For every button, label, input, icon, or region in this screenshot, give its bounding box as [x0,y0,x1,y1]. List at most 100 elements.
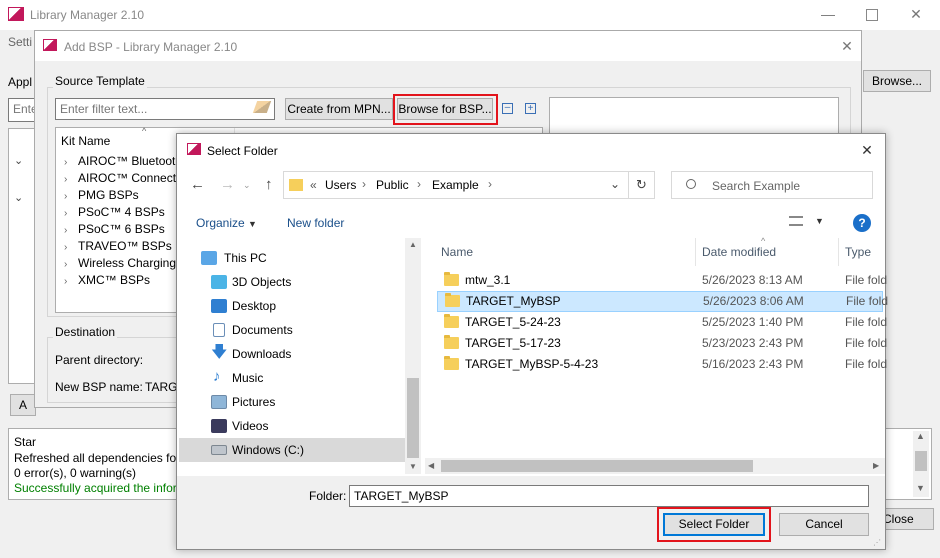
pictures-icon [211,395,227,409]
nav-item-3d-objects[interactable]: 3D Objects [179,270,405,294]
search-box[interactable]: Search Example [671,171,873,199]
kit-row[interactable]: › PMG BSPs [64,187,139,204]
chevron-right-icon[interactable]: › [64,154,78,171]
nav-label: Desktop [232,299,277,313]
nav-item-videos[interactable]: Videos [179,414,405,438]
file-row-selected[interactable]: TARGET_MyBSP 5/26/2023 8:06 AM File fold [437,291,888,312]
browse-highlight-box [393,94,498,125]
chevron-down-icon[interactable]: ⌄ [14,191,23,204]
folder-icon [289,179,303,191]
chevron-right-icon[interactable]: › [64,205,78,222]
column-header-name[interactable]: Name [441,245,473,259]
nav-item-pictures[interactable]: Pictures [179,390,405,414]
create-from-mpn-button[interactable]: Create from MPN... [285,98,393,120]
breadcrumb-item[interactable]: Example [432,178,479,192]
nav-item-music[interactable]: ♪ Music [179,366,405,390]
documents-icon [213,323,225,337]
log-line-success: Successfully acquired the infor [14,481,177,495]
kit-row[interactable]: › AIROC™ Connectiv [64,170,185,187]
breadcrumb-overflow[interactable]: « [310,178,317,192]
chevron-down-icon: ▼ [248,219,257,229]
kit-row[interactable]: › XMC™ BSPs [64,272,150,289]
file-row[interactable]: TARGET_5-17-23 5/23/2023 2:43 PM File fo… [437,333,887,354]
chevron-right-icon[interactable]: › [64,256,78,273]
cancel-button[interactable]: Cancel [779,513,869,536]
expand-all-icon[interactable]: + [525,103,536,114]
scroll-thumb[interactable] [441,460,753,472]
chevron-right-icon[interactable]: › [64,188,78,205]
address-divider [628,172,629,198]
resize-grip-icon[interactable]: ⋰ [873,538,881,547]
forward-arrow-icon[interactable]: → [220,176,235,193]
folder-input[interactable]: TARGET_MyBSP [349,485,869,507]
nav-scrollbar[interactable]: ▲ ▼ [405,238,421,474]
scroll-up-icon[interactable]: ▲ [409,240,417,249]
log-scrollbar[interactable]: ▲ ▼ [913,431,929,497]
nav-item-desktop[interactable]: Desktop [179,294,405,318]
view-dropdown-icon[interactable]: ▼ [815,216,824,226]
breadcrumb-item[interactable]: Users [325,178,356,192]
file-row[interactable]: TARGET_5-24-23 5/25/2023 1:40 PM File fo… [437,312,887,333]
scroll-down-icon[interactable]: ▼ [409,462,417,471]
folder-icon [444,272,459,286]
close-icon[interactable]: ✕ [859,142,875,158]
scroll-left-icon[interactable]: ◀ [428,461,434,470]
address-bar[interactable]: « Users › Public › Example › ⌄ ↻ [283,171,655,199]
sort-up-icon: ^ [142,126,147,136]
scroll-down-icon[interactable]: ▼ [916,483,925,493]
nav-item-this-pc[interactable]: This PC [179,246,405,270]
nav-item-windows-c[interactable]: Windows (C:) [179,438,405,462]
kit-row[interactable]: › PSoC™ 4 BSPs [64,204,165,221]
minimize-icon[interactable]: — [818,6,838,22]
maximize-icon[interactable] [866,9,878,21]
kit-name-header[interactable]: Kit Name [61,134,110,148]
column-divider[interactable] [838,238,839,266]
nav-item-documents[interactable]: Documents [179,318,405,342]
chevron-right-icon[interactable]: › [64,273,78,290]
main-titlebar: Library Manager 2.10 — ✕ [0,0,940,30]
new-folder-button[interactable]: New folder [287,216,344,230]
file-row[interactable]: TARGET_MyBSP-5-4-23 5/16/2023 2:43 PM Fi… [437,354,887,375]
file-list-hscrollbar[interactable]: ◀ ▶ [425,458,885,474]
close-icon[interactable]: ✕ [906,6,926,22]
filter-input[interactable]: Enter filter text... [55,98,275,120]
up-arrow-icon[interactable]: ↑ [265,176,273,193]
recent-dropdown-icon[interactable]: ⌄ [243,180,251,191]
kit-row[interactable]: › TRAVEO™ BSPs [64,238,172,255]
scroll-thumb[interactable] [915,451,927,471]
scroll-thumb[interactable] [407,378,419,458]
close-icon[interactable]: ✕ [839,38,855,54]
kit-row[interactable]: › Wireless Charging [64,255,176,272]
collapse-all-icon[interactable]: – [502,103,513,114]
chevron-down-icon[interactable]: ⌄ [14,154,23,167]
main-browse-button[interactable]: Browse... [863,70,931,92]
nav-item-downloads[interactable]: 🡇 Downloads [179,342,405,366]
file-date: 5/16/2023 2:43 PM [702,357,804,371]
main-add-button[interactable]: A [10,394,36,416]
scroll-right-icon[interactable]: ▶ [873,461,879,470]
help-icon[interactable]: ? [853,214,871,232]
chevron-right-icon[interactable]: › [64,222,78,239]
nav-label: Videos [232,419,269,433]
chevron-right-icon[interactable]: › [64,171,78,188]
nav-label: This PC [224,251,267,265]
view-options-icon[interactable] [789,216,803,226]
kit-row[interactable]: › PSoC™ 6 BSPs [64,221,165,238]
breadcrumb-separator-icon: › [417,177,421,191]
chevron-right-icon[interactable]: › [64,239,78,256]
main-close-button[interactable]: Close [878,508,934,530]
organize-button[interactable]: Organize ▼ [196,216,257,230]
new-bsp-name-label: New BSP name: [55,380,143,394]
main-menu-partial[interactable]: Setti [8,35,32,49]
file-row[interactable]: mtw_3.1 5/26/2023 8:13 AM File fold [437,270,887,291]
scroll-up-icon[interactable]: ▲ [916,431,925,441]
back-arrow-icon[interactable]: ← [190,176,205,193]
column-divider[interactable] [695,238,696,266]
column-header-date[interactable]: Date modified [702,245,776,259]
chevron-down-icon[interactable]: ⌄ [610,177,620,191]
search-input[interactable]: Search Example [712,179,800,193]
kit-row[interactable]: › AIROC™ Bluetooth [64,153,182,170]
refresh-icon[interactable]: ↻ [636,177,647,193]
breadcrumb-item[interactable]: Public [376,178,409,192]
column-header-type[interactable]: Type [845,245,871,259]
